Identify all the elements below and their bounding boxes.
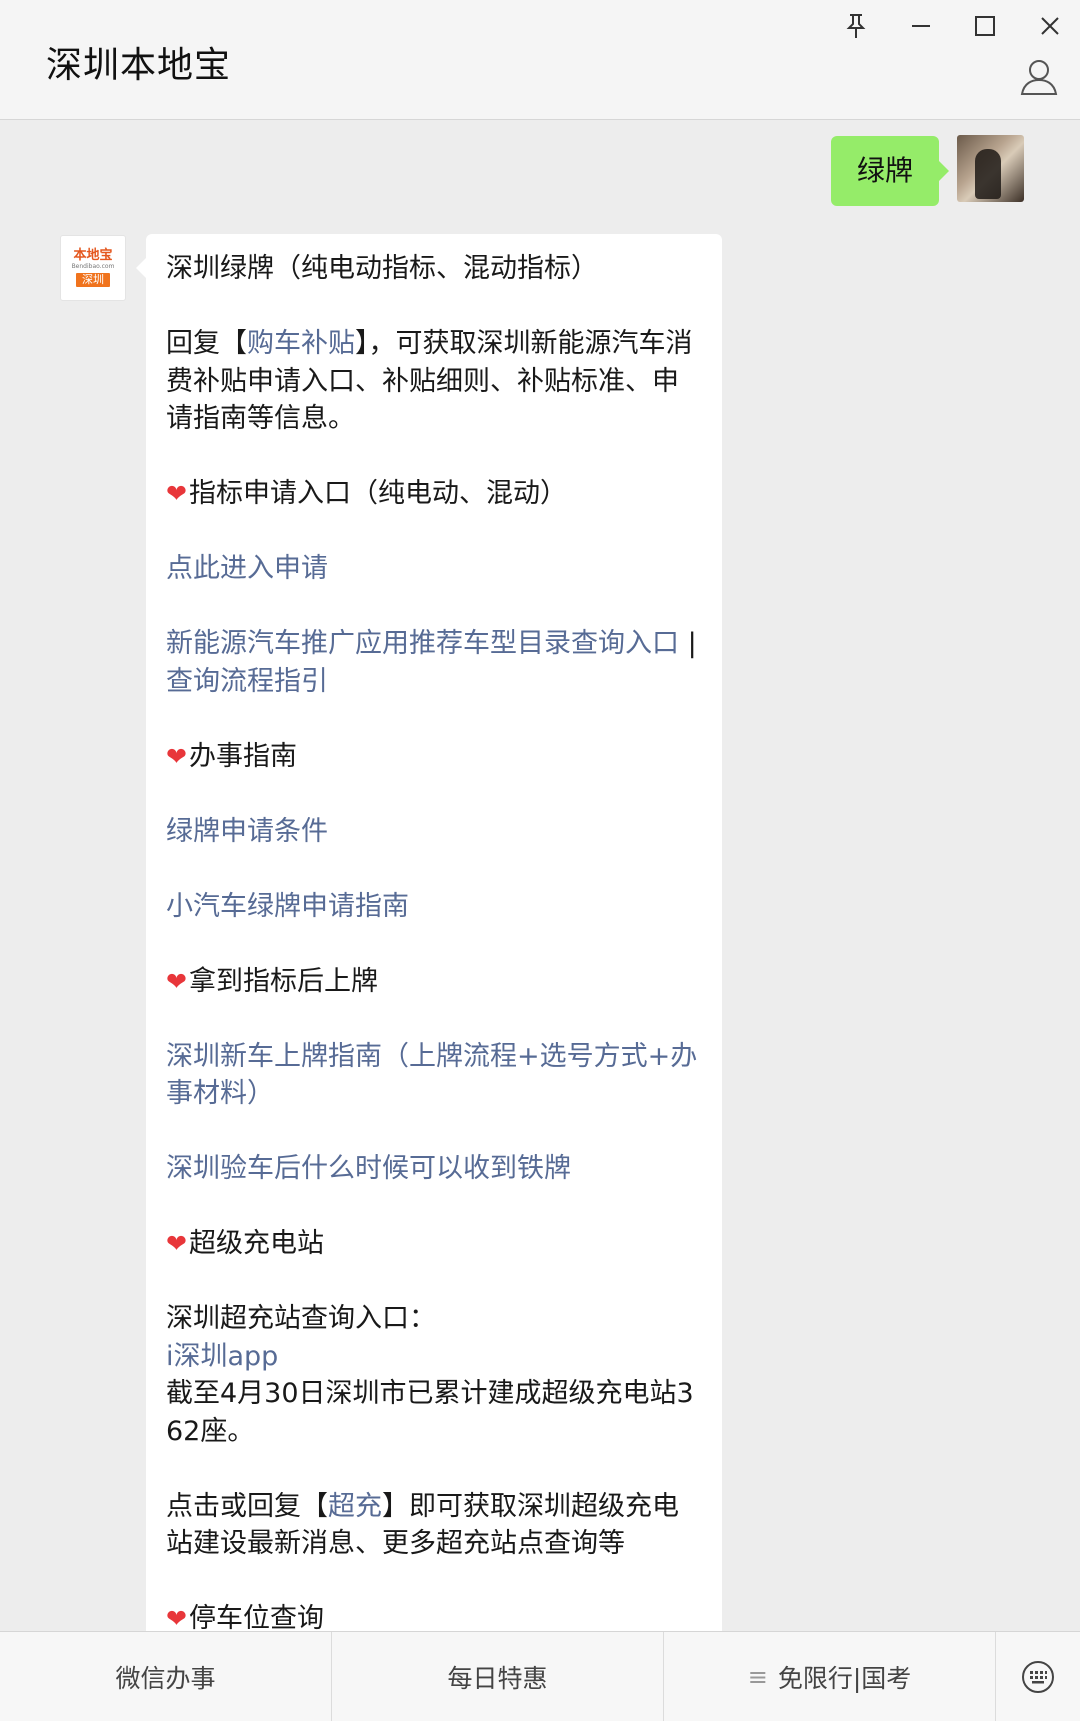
menu-item-daily-deals[interactable]: 每日特惠 xyxy=(332,1632,664,1721)
msg-charge: 深圳超充站查询入口： i深圳app 截至4月30日深圳市已累计建成超级充电站362座… xyxy=(166,1303,694,1447)
chat-area[interactable]: 绿牌 本地宝 Bendibao.com 深圳 深圳绿牌（纯电动指标、混动指标） … xyxy=(0,121,1080,1631)
title-bar: 深圳本地宝 xyxy=(0,0,1080,120)
link-app[interactable]: i深圳app xyxy=(166,1341,278,1372)
link-plate[interactable]: 深圳新车上牌指南（上牌流程+选号方式+办事材料） xyxy=(166,1041,697,1110)
bot-logo-text: 本地宝 xyxy=(73,248,113,263)
bottom-menu: 微信办事 每日特惠 ≡ 免限行|国考 xyxy=(0,1631,1080,1721)
link-supercharge[interactable]: 超充 xyxy=(328,1491,382,1522)
user-avatar-figure xyxy=(975,149,1001,199)
chat-title: 深圳本地宝 xyxy=(46,45,232,86)
maximize-icon[interactable] xyxy=(967,8,1003,44)
section-heading-plate: ❤拿到指标后上牌 xyxy=(166,965,378,997)
msg-reply: 点击或回复【超充】即可获取深圳超级充电站建设最新消息、更多超充站点查询等 xyxy=(166,1490,679,1560)
bot-message-bubble: 深圳绿牌（纯电动指标、混动指标） 回复【购车补贴】，可获取深圳新能源汽车消费补贴… xyxy=(136,234,722,1631)
section-heading-charge: ❤超级充电站 xyxy=(166,1228,324,1259)
heart-icon: ❤ xyxy=(166,479,187,508)
menu-item-wechat-service[interactable]: 微信办事 xyxy=(0,1632,332,1721)
link-catalog[interactable]: 新能源汽车推广应用推荐车型目录查询入口 xyxy=(166,628,679,659)
link-iron-plate[interactable]: 深圳验车后什么时候可以收到铁牌 xyxy=(166,1153,571,1184)
bot-avatar[interactable]: 本地宝 Bendibao.com 深圳 xyxy=(60,235,126,301)
msg-subsidy: 回复【购车补贴】，可获取深圳新能源汽车消费补贴申请入口、补贴细则、补贴标准、申请… xyxy=(166,328,693,434)
close-icon[interactable] xyxy=(1032,8,1068,44)
heart-icon: ❤ xyxy=(166,1229,187,1258)
section-heading-guide: ❤办事指南 xyxy=(166,740,297,772)
menu-lines-icon: ≡ xyxy=(747,1662,768,1691)
heart-icon: ❤ xyxy=(166,1604,187,1631)
user-avatar[interactable] xyxy=(957,135,1024,202)
section-heading-parking: ❤停车位查询 xyxy=(166,1603,324,1631)
bot-logo-url: Bendibao.com xyxy=(71,263,115,270)
link-flow[interactable]: 查询流程指引 xyxy=(166,666,328,697)
minimize-icon[interactable] xyxy=(903,8,939,44)
link-separator: | xyxy=(679,628,697,659)
profile-icon[interactable] xyxy=(1018,56,1060,98)
heart-icon: ❤ xyxy=(166,741,187,771)
user-message-bubble[interactable]: 绿牌 xyxy=(830,136,950,206)
link-subsidy[interactable]: 购车补贴 xyxy=(247,328,355,359)
msg-title: 深圳绿牌（纯电动指标、混动指标） xyxy=(166,253,598,284)
link-apply[interactable]: 点此进入申请 xyxy=(166,553,328,584)
link-guide[interactable]: 小汽车绿牌申请指南 xyxy=(166,891,409,922)
menu-item-exam[interactable]: ≡ 免限行|国考 xyxy=(664,1632,996,1721)
bot-logo-city: 深圳 xyxy=(76,273,110,287)
heart-icon: ❤ xyxy=(166,966,187,996)
keyboard-icon[interactable] xyxy=(996,1632,1080,1721)
link-conditions[interactable]: 绿牌申请条件 xyxy=(166,816,328,847)
section-heading-apply: ❤指标申请入口（纯电动、混动） xyxy=(166,478,567,509)
pin-icon[interactable] xyxy=(838,8,874,44)
